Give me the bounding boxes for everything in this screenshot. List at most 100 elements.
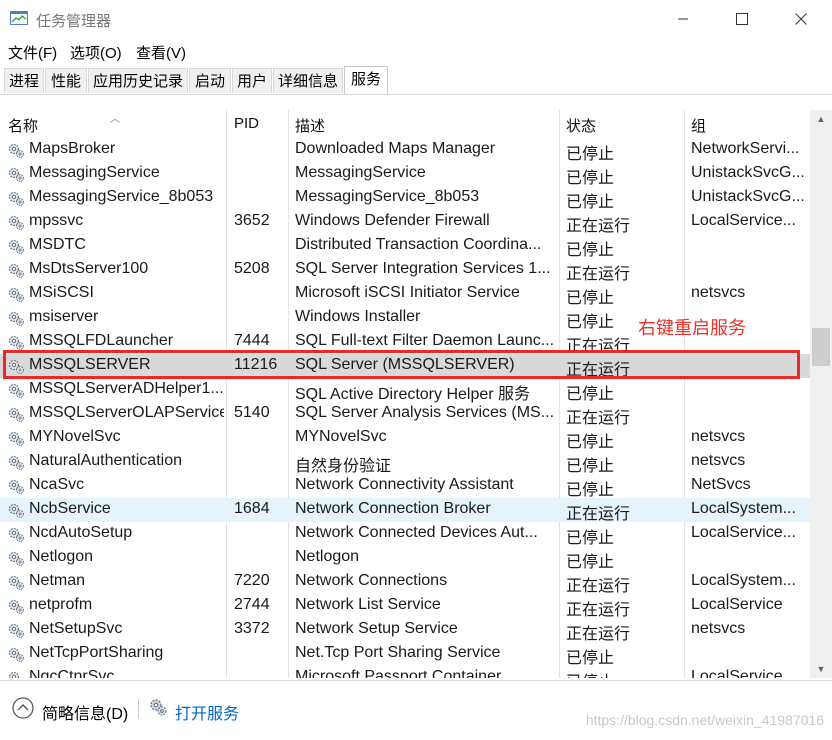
service-gear-icon <box>7 286 25 302</box>
service-gear-icon <box>7 430 25 446</box>
menu-file[interactable]: 文件(F) <box>8 42 57 63</box>
scrollbar-thumb[interactable] <box>812 328 830 366</box>
table-row[interactable]: MSDTC Distributed Transaction Coordina...… <box>0 234 810 259</box>
watermark-text: https://blog.csdn.net/weixin_41987016 <box>585 712 824 728</box>
service-description: Microsoft Passport Container <box>295 668 502 678</box>
services-gear-icon <box>150 699 167 716</box>
open-services-link[interactable]: 打开服务 <box>175 700 239 724</box>
service-status: 正在运行 <box>566 602 631 619</box>
service-name: MSDTC <box>29 236 86 253</box>
service-group: netsvcs <box>691 284 746 301</box>
column-header-group[interactable]: 组 <box>691 115 706 136</box>
table-row[interactable]: MessagingService_8b053 MessagingService_8… <box>0 186 810 211</box>
table-row[interactable]: NgcCtnrSvc Microsoft Passport Container 已停… <box>0 666 810 678</box>
service-name: Netman <box>29 572 86 589</box>
service-gear-icon <box>7 166 25 182</box>
service-description: Network Connection Broker <box>295 500 491 517</box>
service-gear-icon <box>7 334 25 350</box>
service-gear-icon <box>7 214 25 230</box>
service-group: LocalService... <box>691 524 796 541</box>
service-gear-icon <box>7 262 25 278</box>
tab-services[interactable]: 服务 <box>344 66 388 94</box>
service-gear-icon <box>7 454 25 470</box>
service-description: Network Connectivity Assistant <box>295 476 514 493</box>
service-group: LocalService <box>691 596 783 613</box>
tab-processes[interactable]: 进程 <box>4 68 44 93</box>
scroll-down-icon[interactable]: ▼ <box>810 660 832 678</box>
column-header-pid[interactable]: PID <box>234 115 259 132</box>
service-pid: 1684 <box>234 500 270 517</box>
title-bar: 任务管理器 <box>0 0 832 38</box>
table-row[interactable]: NetSetupSvc 3372 Network Setup Service 正在运行… <box>0 618 810 643</box>
service-name: MapsBroker <box>29 140 116 157</box>
service-name: MessagingService_8b053 <box>29 188 214 205</box>
service-status: 已停止 <box>566 458 615 475</box>
scroll-up-icon[interactable]: ▲ <box>810 110 832 128</box>
tab-app-history[interactable]: 应用历史记录 <box>88 68 188 93</box>
tab-performance[interactable]: 性能 <box>45 68 87 93</box>
task-manager-icon <box>10 11 28 25</box>
service-description: Network Setup Service <box>295 620 458 637</box>
table-row[interactable]: NcdAutoSetup Network Connected Devices Au… <box>0 522 810 547</box>
column-header-description[interactable]: 描述 <box>295 115 325 136</box>
tab-startup[interactable]: 启动 <box>189 68 231 93</box>
service-name: MsDtsServer100 <box>29 260 149 277</box>
service-group: LocalSystem... <box>691 500 796 517</box>
service-status: 正在运行 <box>566 626 631 643</box>
service-name: NcaSvc <box>29 476 85 493</box>
tab-users[interactable]: 用户 <box>232 68 272 93</box>
service-name: MSSQLServerOLAPService <box>29 404 224 421</box>
highlight-box <box>3 350 800 379</box>
menu-options[interactable]: 选项(O) <box>70 42 122 63</box>
table-row[interactable]: MessagingService MessagingService 已停止 Unist… <box>0 162 810 187</box>
table-row[interactable]: MSSQLServerADHelper1... SQL Active Direct… <box>0 378 810 403</box>
menu-view[interactable]: 查看(V) <box>136 42 186 63</box>
table-row[interactable]: MSiSCSI Microsoft iSCSI Initiator Service… <box>0 282 810 307</box>
close-button[interactable] <box>778 7 824 31</box>
service-name: mpssvc <box>29 212 84 229</box>
service-status: 正在运行 <box>566 506 631 523</box>
table-row[interactable]: MapsBroker Downloaded Maps Manager 已停止 Netw… <box>0 138 810 163</box>
service-description: 自然身份验证 <box>295 458 392 475</box>
table-row[interactable]: netprofm 2744 Network List Service 正在运行 Loca… <box>0 594 810 619</box>
service-group: UnistackSvcG... <box>691 164 805 181</box>
table-row[interactable]: MsDtsServer100 5208 SQL Server Integration… <box>0 258 810 283</box>
table-row[interactable]: NcbService 1684 Network Connection Broker 正… <box>0 498 810 523</box>
minimize-button[interactable] <box>660 7 706 31</box>
vertical-scrollbar[interactable]: ▲ ▼ <box>810 110 832 678</box>
sort-ascending-icon: ︿ <box>110 114 120 125</box>
service-status: 已停止 <box>566 386 615 403</box>
table-row[interactable]: NcaSvc Network Connectivity Assistant 已停止 N… <box>0 474 810 499</box>
collapse-up-icon[interactable] <box>12 697 34 719</box>
service-gear-icon <box>7 502 25 518</box>
table-row[interactable]: MSSQLServerOLAPService 5140 SQL Server Ana… <box>0 402 810 427</box>
fewer-details-link[interactable]: 简略信息(D) <box>42 700 128 724</box>
table-row[interactable]: mpssvc 3652 Windows Defender Firewall 正在运行 L… <box>0 210 810 235</box>
service-name: NcdAutoSetup <box>29 524 133 541</box>
service-group: NetSvcs <box>691 476 751 493</box>
service-pid: 5140 <box>234 404 270 421</box>
service-gear-icon <box>7 238 25 254</box>
service-group: netsvcs <box>691 620 746 637</box>
service-description: Windows Installer <box>295 308 421 325</box>
table-row[interactable]: NetTcpPortSharing Net.Tcp Port Sharing Se… <box>0 642 810 667</box>
table-row[interactable]: MYNovelSvc MYNovelSvc 已停止 netsvcs <box>0 426 810 451</box>
tab-details[interactable]: 详细信息 <box>273 68 343 93</box>
annotation-text: 右键重启服务 <box>638 318 746 338</box>
service-description: MessagingService_8b053 <box>295 188 480 205</box>
service-description: Netlogon <box>295 548 360 565</box>
column-header-status[interactable]: 状态 <box>566 115 596 136</box>
tab-bar: 进程 性能 应用历史记录 启动 用户 详细信息 服务 <box>0 66 832 95</box>
column-header-name[interactable]: 名称 <box>8 115 38 136</box>
table-row[interactable]: Netman 7220 Network Connections 正在运行 LocalSy… <box>0 570 810 595</box>
service-description: SQL Server Analysis Services (MS... <box>295 404 553 421</box>
service-status: 已停止 <box>566 530 615 547</box>
service-pid: 3652 <box>234 212 270 229</box>
service-description: Net.Tcp Port Sharing Service <box>295 644 501 661</box>
table-row[interactable]: NaturalAuthentication 自然身份验证 已停止 netsvcs <box>0 450 810 475</box>
service-gear-icon <box>7 142 25 158</box>
service-group: netsvcs <box>691 452 746 469</box>
service-description: SQL Full-text Filter Daemon Launc... <box>295 332 553 349</box>
table-row[interactable]: Netlogon Netlogon 已停止 <box>0 546 810 571</box>
maximize-button[interactable] <box>719 7 765 31</box>
